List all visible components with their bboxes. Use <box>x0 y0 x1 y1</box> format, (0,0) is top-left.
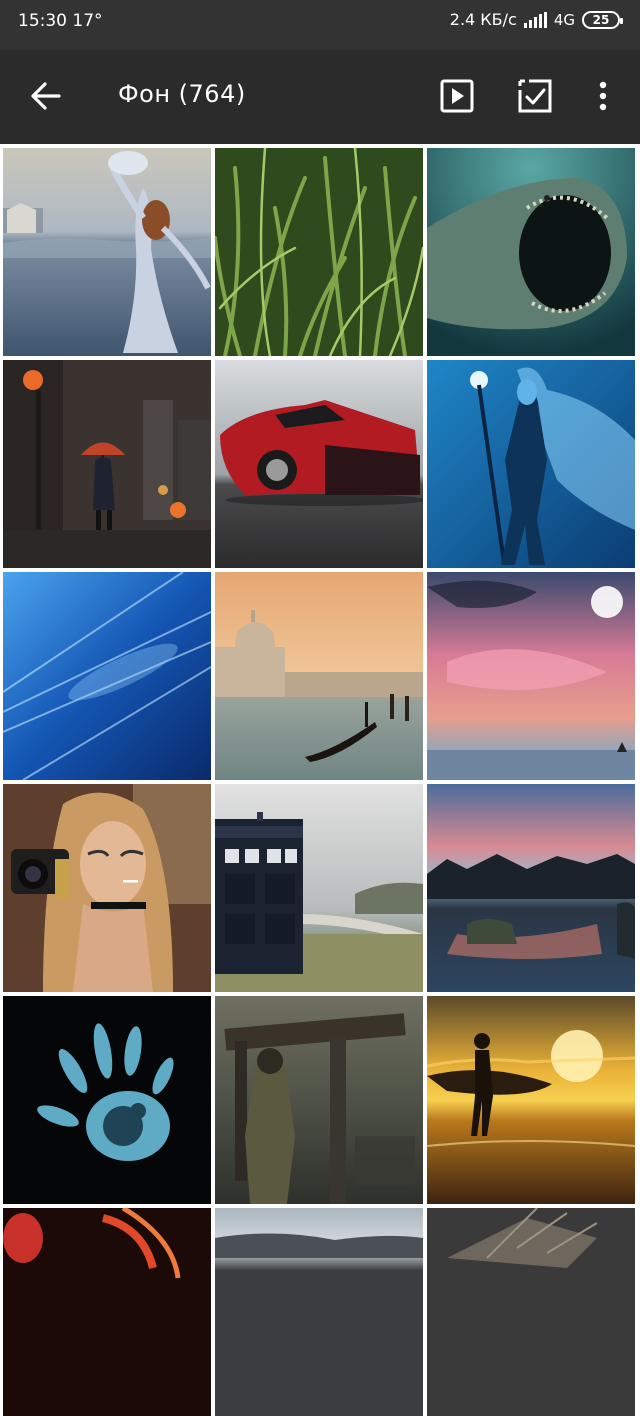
signal-icon <box>523 11 547 28</box>
thumb-whale[interactable] <box>427 148 635 356</box>
app-bar: Фон (764) <box>0 50 640 144</box>
thumbnail-image <box>215 996 423 1204</box>
select-icon <box>518 79 552 113</box>
page-title: Фон (764) <box>118 80 246 108</box>
thumb-police-box[interactable] <box>215 784 423 992</box>
back-button[interactable] <box>24 74 68 118</box>
battery-level: 25 <box>592 12 610 27</box>
network-type: 4G <box>553 10 575 29</box>
thumbnail-image <box>427 784 635 992</box>
image-grid <box>3 148 639 1416</box>
thumb-ice-warrior[interactable] <box>427 360 635 568</box>
status-time-temp: 15:30 17° <box>18 11 103 31</box>
thumbnail-image <box>427 572 635 780</box>
network-speed: 2.4 КБ/с <box>449 10 517 29</box>
thumbnail-image <box>427 148 635 356</box>
thumbnail-image <box>3 148 211 356</box>
slideshow-icon <box>440 79 474 113</box>
thumb-blue-abstract[interactable] <box>3 572 211 780</box>
thumbnail-image <box>427 996 635 1204</box>
battery-icon: 25 <box>582 10 623 29</box>
back-arrow-icon <box>31 82 61 110</box>
status-temperature: 17° <box>72 11 103 31</box>
thumb-surfer-sunset[interactable] <box>427 996 635 1204</box>
thumb-wreck[interactable] <box>427 1208 635 1416</box>
more-vert-icon <box>599 81 607 111</box>
thumbnail-image <box>3 784 211 992</box>
thumbnail-image <box>3 360 211 568</box>
thumb-venice[interactable] <box>215 572 423 780</box>
more-options-button[interactable] <box>581 74 625 118</box>
status-bar: 15:30 17° 2.4 КБ/с 4G 25 <box>0 0 640 50</box>
thumbnail-image <box>215 360 423 568</box>
thumb-grass[interactable] <box>215 148 423 356</box>
thumb-grey-landscape[interactable] <box>215 1208 423 1416</box>
thumbnail-image <box>3 572 211 780</box>
thumbnail-image <box>215 1208 423 1416</box>
thumbnail-image <box>215 148 423 356</box>
thumbnail-image <box>427 1208 635 1416</box>
thumb-woman-sea[interactable] <box>3 148 211 356</box>
thumb-rocky-shore[interactable] <box>427 784 635 992</box>
status-time: 15:30 <box>18 11 67 31</box>
thumbnail-image <box>3 1208 211 1416</box>
thumb-stalker[interactable] <box>215 996 423 1204</box>
thumbnail-image <box>215 784 423 992</box>
thumbnail-image <box>3 996 211 1204</box>
thumb-glowing-hand[interactable] <box>3 996 211 1204</box>
thumb-pink-sky[interactable] <box>427 572 635 780</box>
thumb-woman-camera[interactable] <box>3 784 211 992</box>
thumb-girl-umbrella[interactable] <box>3 360 211 568</box>
thumbnail-image <box>427 360 635 568</box>
thumbnail-image <box>215 572 423 780</box>
select-button[interactable] <box>513 74 557 118</box>
slideshow-button[interactable] <box>435 74 479 118</box>
status-indicators: 2.4 КБ/с 4G 25 <box>449 10 623 29</box>
thumb-red-car[interactable] <box>215 360 423 568</box>
thumb-fire-woman[interactable] <box>3 1208 211 1416</box>
